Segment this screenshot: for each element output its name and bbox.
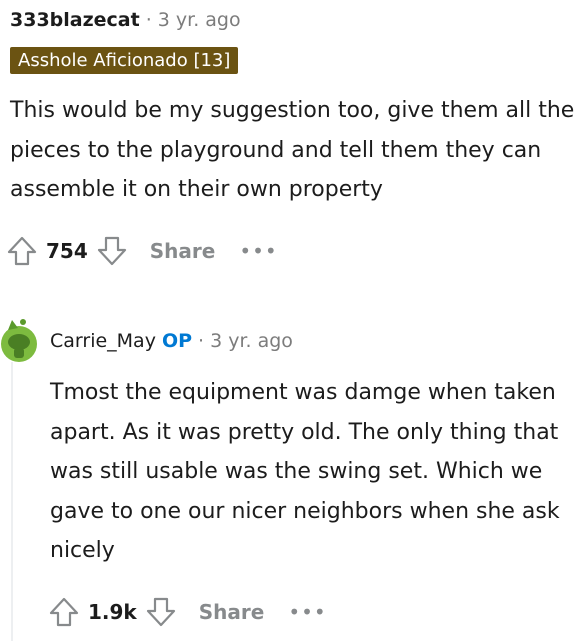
downvote-icon[interactable] bbox=[143, 592, 179, 632]
downvote-icon[interactable] bbox=[94, 231, 130, 271]
comment-1-body: This would be my suggestion too, give th… bbox=[10, 98, 575, 202]
comment-1-actions: 754 Share ••• bbox=[4, 231, 278, 271]
comment-1-score: 754 bbox=[46, 239, 88, 263]
comment-2-score: 1.9k bbox=[88, 600, 137, 624]
upvote-icon[interactable] bbox=[4, 231, 40, 271]
thread-line[interactable] bbox=[11, 362, 13, 641]
share-button[interactable]: Share bbox=[150, 239, 216, 263]
more-options-icon[interactable]: ••• bbox=[239, 239, 277, 263]
comment-1-author[interactable]: 333blazecat bbox=[10, 9, 140, 31]
comment-2-meta: Carrie_May OP · 3 yr. ago bbox=[50, 330, 293, 352]
comment-2-author[interactable]: Carrie_May bbox=[50, 330, 156, 352]
upvote-icon[interactable] bbox=[46, 592, 82, 632]
meta-separator: · bbox=[198, 330, 205, 352]
comment-1-timestamp[interactable]: 3 yr. ago bbox=[158, 9, 241, 31]
share-button[interactable]: Share bbox=[199, 600, 265, 624]
comment-2-body: Tmost the equipment was damge when taken… bbox=[50, 380, 560, 563]
user-flair: Asshole Aficionado [13] bbox=[10, 47, 239, 74]
more-options-icon[interactable]: ••• bbox=[288, 600, 326, 624]
comment-1-meta: 333blazecat · 3 yr. ago bbox=[10, 9, 241, 31]
comment-2-actions: 1.9k Share ••• bbox=[46, 592, 327, 632]
op-badge: OP bbox=[161, 330, 193, 352]
comment-2-timestamp[interactable]: 3 yr. ago bbox=[210, 330, 293, 352]
snoo-avatar-icon[interactable] bbox=[0, 316, 38, 362]
meta-separator: · bbox=[145, 9, 152, 31]
